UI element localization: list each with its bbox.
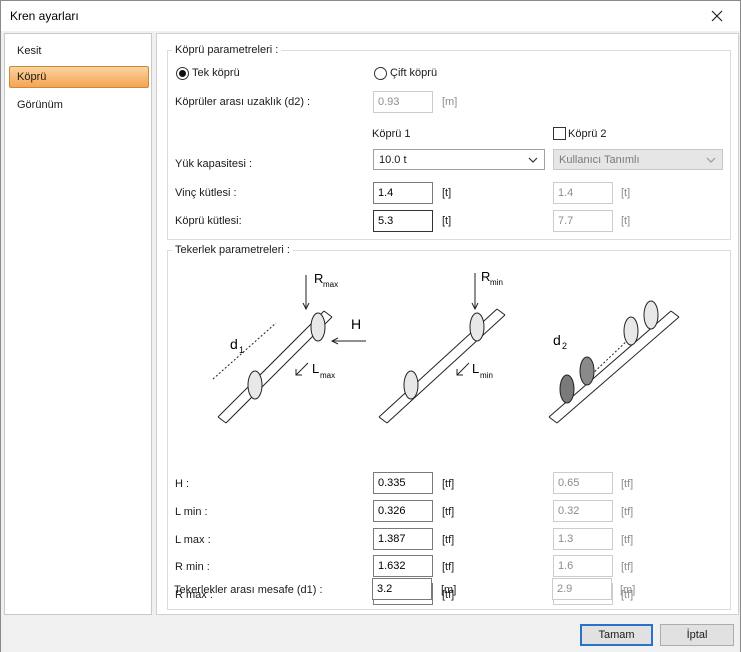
lmin-unit-1: [tf] bbox=[442, 506, 455, 518]
ok-button[interactable]: Tamam bbox=[580, 624, 653, 646]
wheel-parameters-group: Tekerlek parametreleri : d 1 R max H L m… bbox=[167, 244, 731, 610]
capacity-bridge1-value: 10.0 t bbox=[379, 154, 407, 166]
h-unit-2: [tf] bbox=[621, 478, 634, 490]
wheel-distance-unit-1: [m] bbox=[441, 584, 457, 596]
lmax-unit-2: [tf] bbox=[621, 534, 634, 546]
capacity-bridge2-select[interactable]: Kullanıcı Tanımlı bbox=[553, 149, 723, 170]
radio-single-label: Tek köprü bbox=[192, 67, 240, 79]
sidebar-item-label: Köprü bbox=[17, 71, 47, 83]
lmax-bridge2-input[interactable]: 1.3 bbox=[553, 528, 613, 550]
lmax-symbol: L bbox=[312, 361, 319, 376]
rmin-unit-2: [tf] bbox=[621, 561, 634, 573]
wheel-diagram-max: d 1 R max H L max bbox=[212, 271, 366, 424]
h-bridge2-input[interactable]: 0.65 bbox=[553, 472, 613, 494]
lmax-label: L max : bbox=[175, 534, 211, 546]
crab-mass-label: Vinç kütlesi : bbox=[175, 187, 237, 199]
chevron-down-icon bbox=[706, 157, 716, 163]
radio-double-bridge[interactable] bbox=[374, 67, 387, 80]
sidebar-item-kopru[interactable]: Köprü bbox=[9, 66, 149, 88]
radio-single-bridge[interactable] bbox=[176, 67, 189, 80]
crab-mass-bridge2-input[interactable]: 1.4 bbox=[553, 182, 613, 204]
rmax-subscript: max bbox=[323, 280, 338, 289]
bridge-group-title: Köprü parametreleri : bbox=[172, 44, 282, 56]
close-icon bbox=[711, 10, 723, 22]
lmin-bridge2-input[interactable]: 0.32 bbox=[553, 500, 613, 522]
bridge2-checkbox[interactable] bbox=[553, 127, 566, 140]
rmin-bridge2-input[interactable]: 1.6 bbox=[553, 555, 613, 577]
d2-subscript: 2 bbox=[562, 341, 567, 351]
h-symbol: H bbox=[351, 316, 361, 332]
bridge1-header: Köprü 1 bbox=[372, 128, 411, 140]
window-title: Kren ayarları bbox=[10, 9, 79, 23]
bridge-mass-unit-1: [t] bbox=[442, 215, 452, 227]
radio-double-label: Çift köprü bbox=[390, 67, 438, 79]
wheel-diagram-min: R min L min bbox=[378, 269, 506, 424]
distance-d2-input[interactable]: 0.93 bbox=[373, 91, 433, 113]
capacity-bridge1-select[interactable]: 10.0 t bbox=[373, 149, 545, 170]
bridge-parameters-group: Köprü parametreleri : Tek köprü Çift köp… bbox=[167, 44, 731, 240]
lmin-label: L min : bbox=[175, 506, 208, 518]
bridge-mass-bridge2-input[interactable]: 7.7 bbox=[553, 210, 613, 232]
wheel-diagram-double: d 2 bbox=[548, 300, 680, 424]
wheel-distance-label: Tekerlekler arası mesafe (d1) : bbox=[174, 584, 323, 596]
sidebar-item-kesit[interactable]: Kesit bbox=[9, 40, 149, 62]
lmin-bridge1-input[interactable]: 0.326 bbox=[373, 500, 433, 522]
d2-symbol: d bbox=[553, 332, 561, 348]
cancel-button[interactable]: İptal bbox=[660, 624, 734, 646]
rmin-subscript: min bbox=[490, 278, 503, 287]
sidebar: Kesit Köprü Görünüm bbox=[4, 33, 152, 615]
rmax-symbol: R bbox=[314, 271, 323, 286]
capacity-bridge2-value: Kullanıcı Tanımlı bbox=[559, 154, 640, 166]
close-button[interactable] bbox=[694, 1, 740, 31]
crab-mass-unit-2: [t] bbox=[621, 187, 631, 199]
sidebar-item-gorunum[interactable]: Görünüm bbox=[9, 94, 149, 116]
d1-symbol: d bbox=[230, 336, 238, 352]
chevron-down-icon bbox=[528, 157, 538, 163]
d1-subscript: 1 bbox=[239, 345, 244, 355]
wheel-distance-unit-2: [m] bbox=[620, 584, 636, 596]
rmin-label: R min : bbox=[175, 561, 210, 573]
h-unit-1: [tf] bbox=[442, 478, 455, 490]
rmin-unit-1: [tf] bbox=[442, 561, 455, 573]
title-bar: Kren ayarları bbox=[1, 1, 740, 31]
lmin-unit-2: [tf] bbox=[621, 506, 634, 518]
bridge-mass-label: Köprü kütlesi: bbox=[175, 215, 242, 227]
bridge2-header: Köprü 2 bbox=[568, 128, 607, 140]
rmin-symbol: R bbox=[481, 269, 490, 284]
wheel-group-title: Tekerlek parametreleri : bbox=[172, 244, 293, 256]
h-bridge1-input[interactable]: 0.335 bbox=[373, 472, 433, 494]
capacity-label: Yük kapasitesi : bbox=[175, 158, 253, 170]
distance-label: Köprüler arası uzaklık (d2) : bbox=[175, 96, 311, 108]
lmin-symbol: L bbox=[472, 361, 479, 376]
sidebar-item-label: Kesit bbox=[17, 45, 42, 57]
lmax-subscript: max bbox=[320, 371, 335, 380]
h-label: H : bbox=[175, 478, 190, 490]
bridge-mass-bridge1-input[interactable]: 5.3 bbox=[373, 210, 433, 232]
wheel-distance-bridge1-input[interactable]: 3.2 bbox=[372, 578, 432, 600]
bridge-mass-unit-2: [t] bbox=[621, 215, 631, 227]
lmax-unit-1: [tf] bbox=[442, 534, 455, 546]
kren-ayarlari-dialog: Kren ayarları Kesit Köprü Görünüm Köprü … bbox=[0, 0, 741, 652]
distance-unit: [m] bbox=[442, 96, 458, 108]
lmin-subscript: min bbox=[480, 371, 493, 380]
crab-mass-unit-1: [t] bbox=[442, 187, 452, 199]
lmax-bridge1-input[interactable]: 1.387 bbox=[373, 528, 433, 550]
dialog-footer: Tamam İptal bbox=[1, 616, 740, 652]
content-panel: Köprü parametreleri : Tek köprü Çift köp… bbox=[156, 33, 739, 615]
sidebar-item-label: Görünüm bbox=[17, 99, 63, 111]
wheel-distance-bridge2-input[interactable]: 2.9 bbox=[552, 578, 612, 600]
rmin-bridge1-input[interactable]: 1.632 bbox=[373, 555, 433, 577]
crab-mass-bridge1-input[interactable]: 1.4 bbox=[373, 182, 433, 204]
